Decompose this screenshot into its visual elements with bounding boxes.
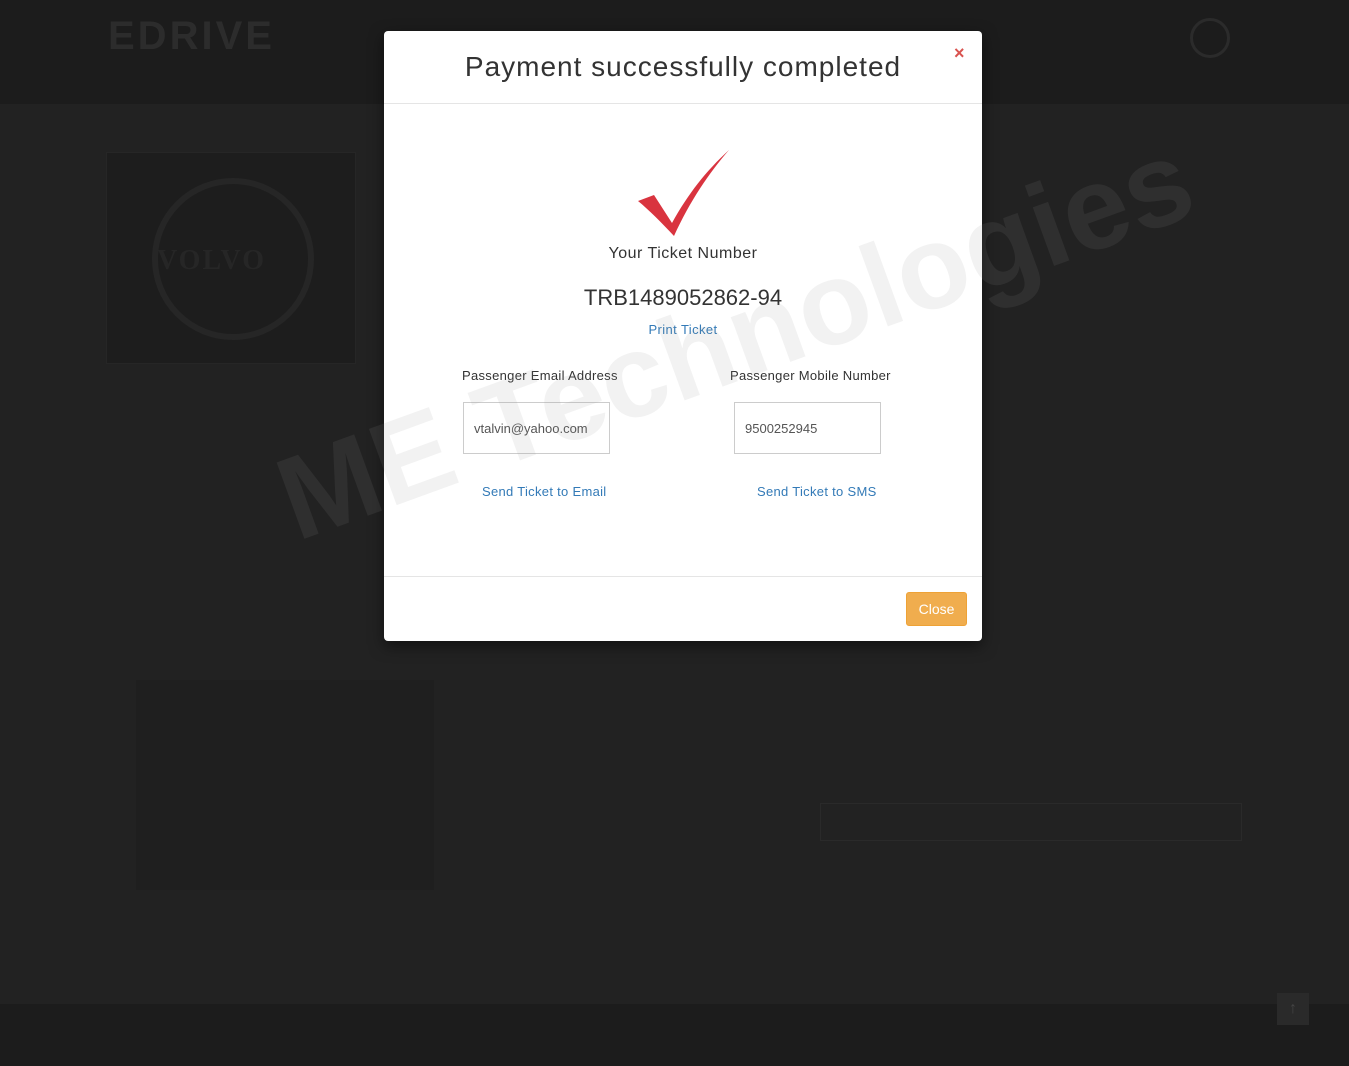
modal-title: Payment successfully completed <box>464 51 902 82</box>
email-label: Passenger Email Address <box>462 368 618 383</box>
send-sms-link[interactable]: Send Ticket to SMS <box>757 484 877 499</box>
background-input-bar <box>820 803 1242 841</box>
send-email-link[interactable]: Send Ticket to Email <box>482 484 607 499</box>
scroll-top-button[interactable]: ↑ <box>1277 993 1309 1025</box>
user-avatar-icon <box>1190 18 1230 58</box>
print-ticket-link[interactable]: Print Ticket <box>384 322 982 337</box>
ticket-number-label: Your Ticket Number <box>608 245 758 262</box>
background-bus-image <box>136 680 434 890</box>
mobile-label: Passenger Mobile Number <box>730 368 891 383</box>
close-button[interactable]: Close <box>906 592 967 626</box>
background-logo: EDRIVE <box>108 14 275 58</box>
background-footer <box>0 1004 1349 1066</box>
email-field[interactable] <box>463 402 610 454</box>
modal-header: Payment successfully completed × <box>384 31 982 104</box>
background-bus-card: VOLVO <box>106 152 356 364</box>
brand-name: VOLVO <box>157 245 266 276</box>
close-icon[interactable]: × <box>954 43 965 64</box>
modal-body: Your Ticket Number TRB1489052862-94 Prin… <box>384 104 982 577</box>
payment-success-modal: Payment successfully completed × Your Ti… <box>384 31 982 641</box>
ticket-number: TRB1489052862-94 <box>583 285 783 310</box>
mobile-field[interactable] <box>734 402 881 454</box>
checkmark-icon <box>638 150 729 236</box>
